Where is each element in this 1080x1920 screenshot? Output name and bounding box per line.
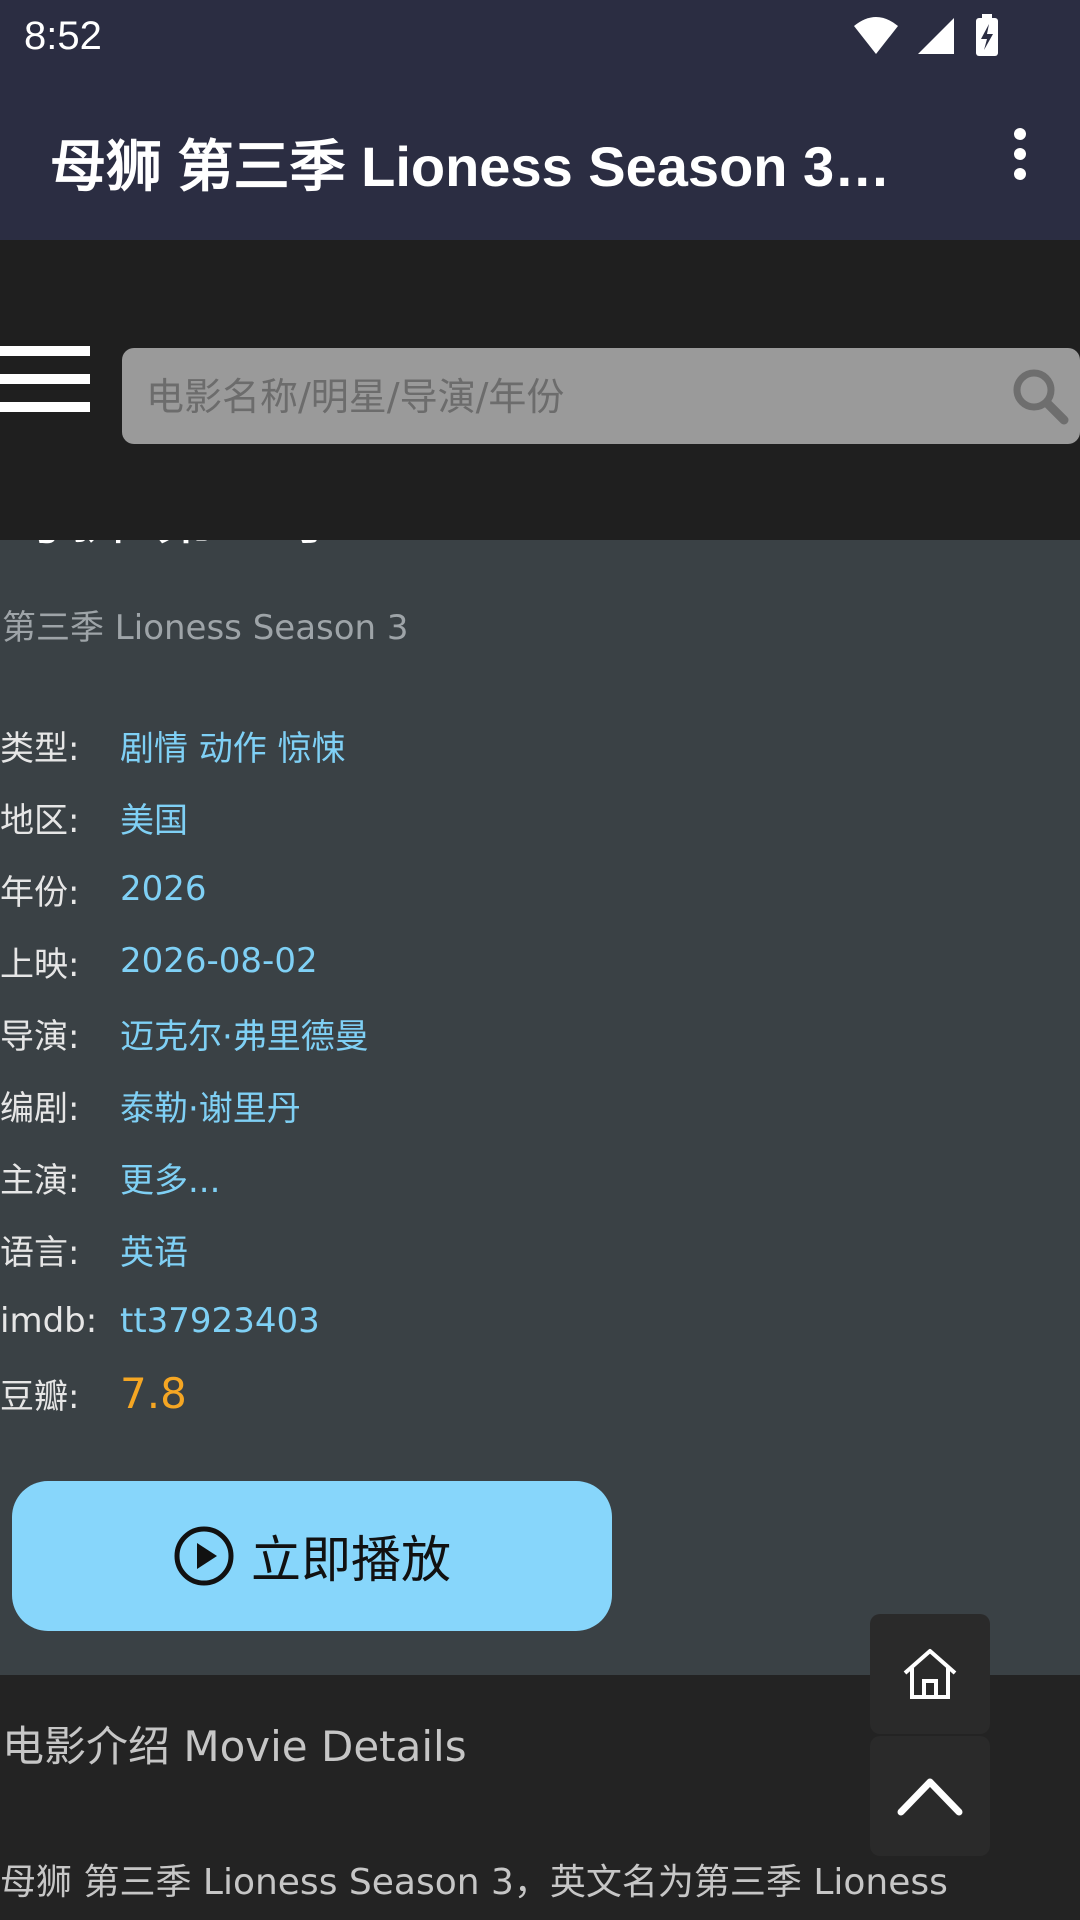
info-row-douban: 豆瓣: 7.8 [0, 1363, 187, 1423]
info-value-language[interactable]: 英语 [120, 1225, 188, 1274]
search-box[interactable] [122, 348, 1080, 446]
status-icons [854, 14, 1000, 58]
battery-charging-icon [976, 14, 998, 56]
play-now-label: 立即播放 [251, 1531, 451, 1589]
info-label: 豆瓣: [0, 1376, 80, 1417]
info-label: imdb: [0, 1301, 98, 1341]
info-label: 类型: [0, 728, 80, 769]
info-label: 导演: [0, 1016, 80, 1057]
hamburger-icon[interactable] [0, 346, 90, 428]
status-time: 8:52 [24, 14, 102, 58]
info-value-douban-score: 7.8 [120, 1368, 187, 1418]
info-value-cast-more[interactable]: 更多... [120, 1153, 220, 1202]
details-text: 母狮 第三季 Lioness Season 3，英文名为第三季 Lioness [0, 1862, 948, 1903]
status-bar: 8:52 [0, 0, 1080, 72]
info-label: 上映: [0, 944, 80, 985]
play-now-button[interactable]: 立即播放 [12, 1481, 612, 1631]
info-value-release[interactable]: 2026-08-02 [120, 941, 318, 981]
details-heading: 电影介绍 Movie Details [2, 1722, 467, 1771]
app-bar: 母狮 第三季 Lioness Season 3… [0, 72, 1080, 240]
info-row-imdb: imdb: tt37923403 [0, 1291, 320, 1351]
search-bar-area [0, 240, 1080, 540]
info-value-genre[interactable]: 剧情 动作 惊悚 [120, 721, 346, 770]
info-value-region[interactable]: 美国 [120, 793, 188, 842]
info-row-year: 年份: 2026 [0, 859, 207, 919]
home-button[interactable] [870, 1614, 990, 1734]
info-value-year[interactable]: 2026 [120, 869, 207, 909]
search-icon[interactable] [1010, 366, 1070, 426]
info-label: 地区: [0, 800, 80, 841]
info-row-region: 地区: 美国 [0, 787, 188, 847]
info-label: 编剧: [0, 1088, 80, 1129]
cell-signal-icon [918, 18, 954, 54]
app-title: 母狮 第三季 Lioness Season 3… [50, 135, 891, 198]
info-value-writer[interactable]: 泰勒·谢里丹 [120, 1081, 301, 1130]
info-row-genre: 类型: 剧情 动作 惊悚 [0, 715, 346, 775]
more-vert-icon[interactable] [1000, 128, 1040, 188]
info-label: 语言: [0, 1232, 80, 1273]
play-circle-icon [174, 1526, 234, 1586]
info-row-cast: 主演: 更多... [0, 1147, 220, 1207]
info-row-release: 上映: 2026-08-02 [0, 931, 318, 991]
movie-subtitle: 第三季 Lioness Season 3 [2, 608, 409, 648]
info-value-director[interactable]: 迈克尔·弗里德曼 [120, 1009, 369, 1058]
home-icon [903, 1649, 957, 1699]
chevron-up-icon [897, 1778, 963, 1816]
info-label: 主演: [0, 1160, 80, 1201]
wifi-icon [854, 17, 898, 54]
search-input[interactable] [144, 348, 968, 446]
info-label: 年份: [0, 872, 80, 913]
info-row-director: 导演: 迈克尔·弗里德曼 [0, 1003, 369, 1063]
info-value-imdb[interactable]: tt37923403 [120, 1301, 320, 1341]
info-row-language: 语言: 英语 [0, 1219, 188, 1279]
scroll-top-button[interactable] [870, 1736, 990, 1856]
info-row-writer: 编剧: 泰勒·谢里丹 [0, 1075, 301, 1135]
